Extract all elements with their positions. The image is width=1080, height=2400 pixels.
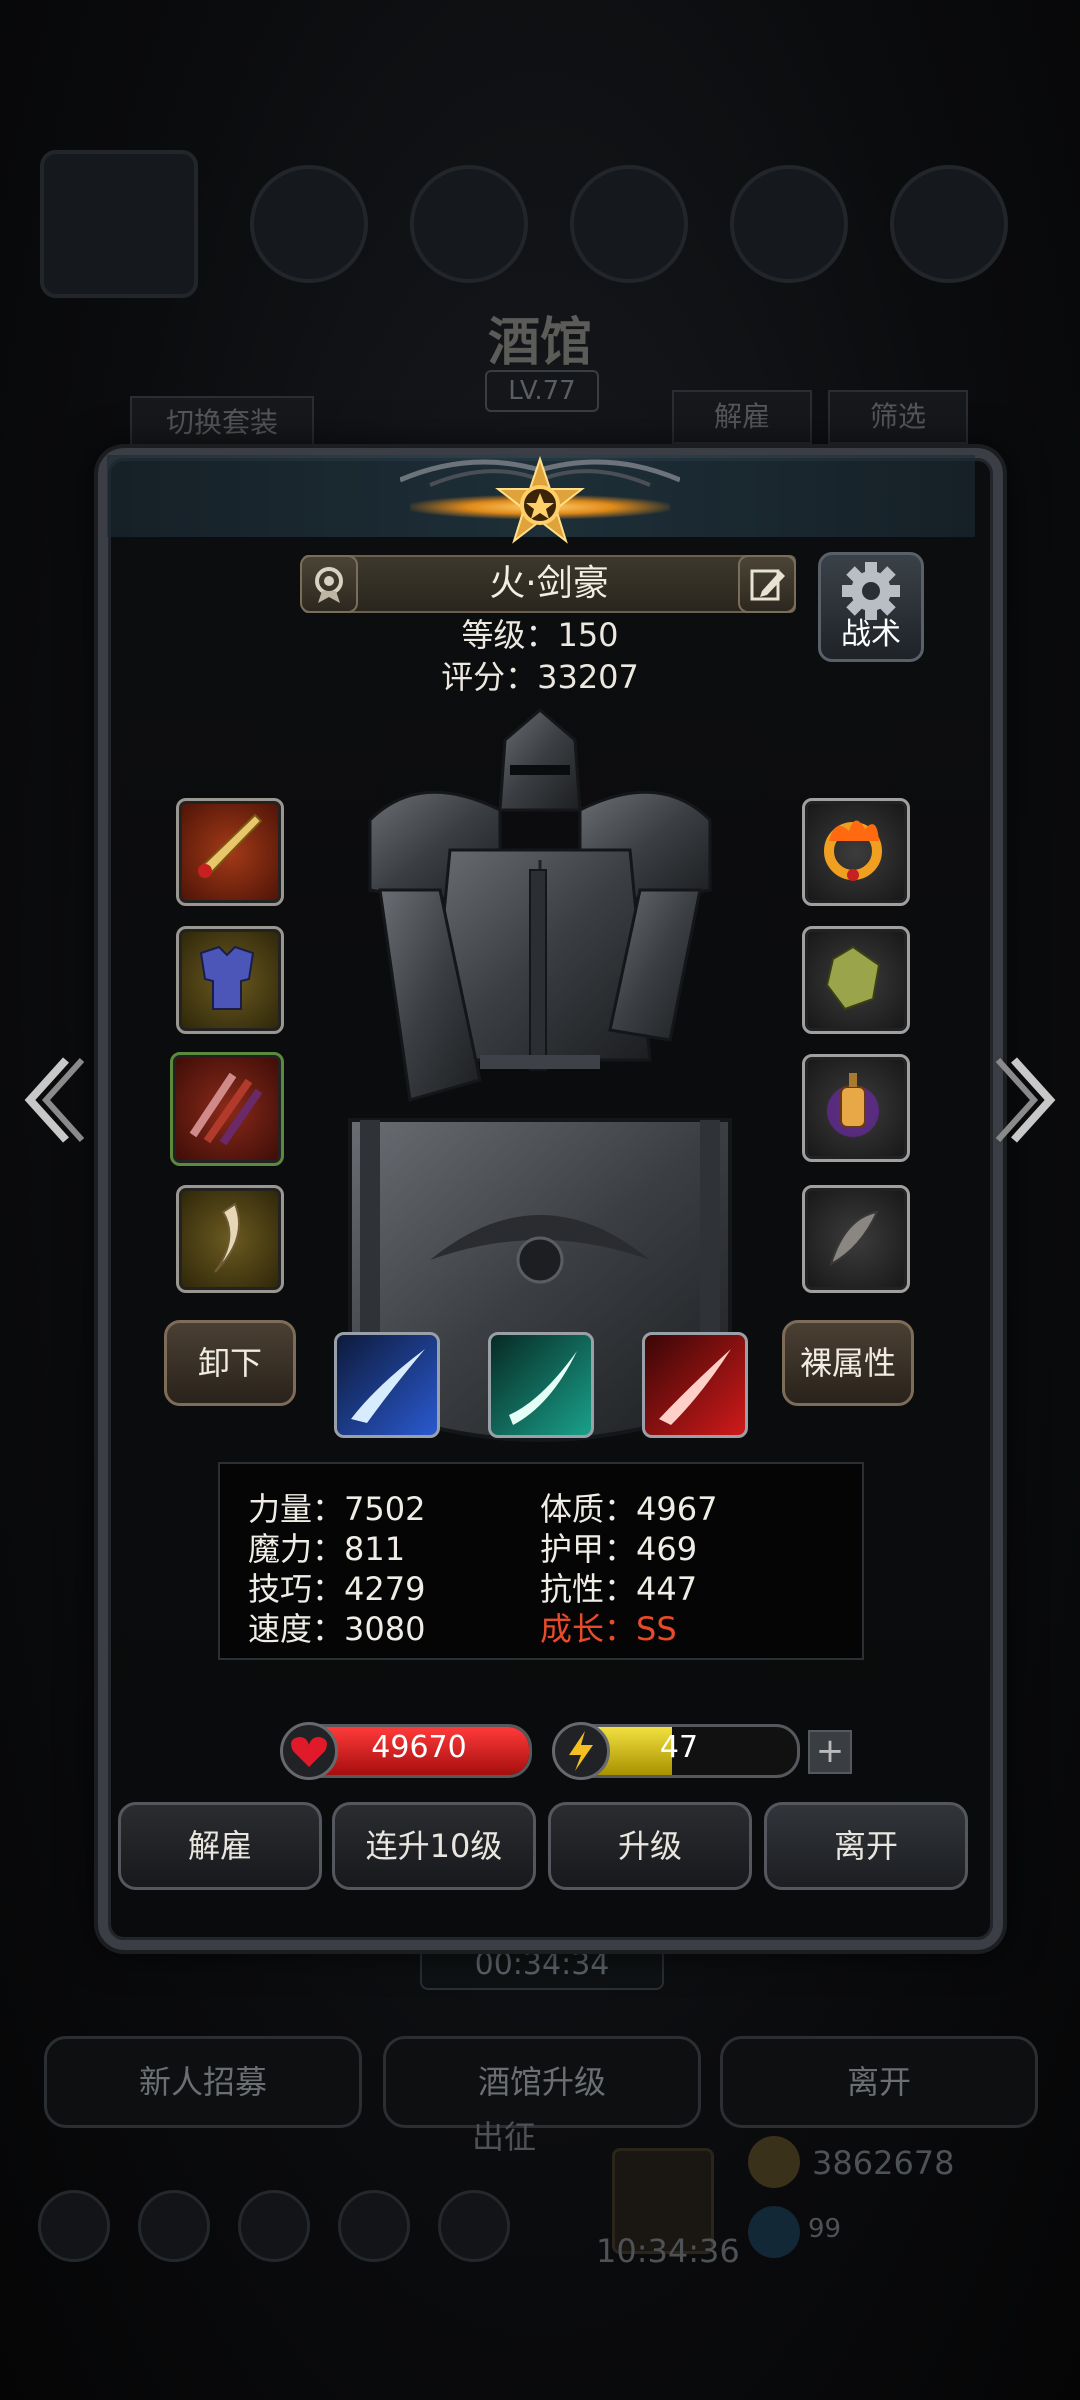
edit-icon: [750, 569, 785, 601]
equip-slot-feather[interactable]: [802, 1185, 910, 1293]
bg-switch-outfit-button: 切换套装: [130, 396, 314, 450]
bg-menu-icon: [338, 2190, 410, 2262]
feather-icon: [829, 1210, 879, 1267]
bg-recruit-button: 新人招募: [44, 2036, 362, 2128]
bg-menu-icon: [238, 2190, 310, 2262]
stat-growth: 成长：SS: [540, 1610, 677, 1648]
base-attributes-button[interactable]: 裸属性: [782, 1320, 914, 1406]
fire-slash-skill-icon: [659, 1349, 731, 1425]
level-up-10-button[interactable]: 连升10级: [332, 1802, 536, 1890]
level-up-button[interactable]: 升级: [548, 1802, 752, 1890]
rename-button[interactable]: [738, 555, 796, 613]
ice-slash-skill-icon: [351, 1349, 425, 1423]
skill-slot-2[interactable]: [488, 1332, 594, 1438]
tactics-label: 战术: [841, 617, 901, 652]
bg-menu-icon: [438, 2190, 510, 2262]
bg-filter-button: 筛选: [828, 390, 968, 444]
bg-leave-button: 离开: [720, 2036, 1038, 2128]
next-hero-arrow-icon[interactable]: [994, 1050, 1064, 1150]
leave-button[interactable]: 离开: [764, 1802, 968, 1890]
stat-speed: 速度：3080: [248, 1610, 426, 1648]
bg-class-icon: [730, 165, 848, 283]
bg-gem-count: 99: [808, 2214, 842, 2244]
dismiss-hero-button[interactable]: 解雇: [118, 1802, 322, 1890]
fire-ring-icon: [824, 820, 882, 881]
armor-icon: [199, 945, 255, 1010]
bg-gift-timer: 10:34:36: [596, 2232, 740, 2270]
gem-icon: [825, 945, 881, 1011]
bg-class-icon: [250, 165, 368, 283]
equip-slot-accessory[interactable]: [170, 1052, 284, 1166]
wind-slash-skill-icon: [509, 1351, 577, 1425]
unequip-button[interactable]: 卸下: [164, 1320, 296, 1406]
lantern-icon: [827, 1073, 879, 1137]
bg-tavern-title: 酒馆: [487, 312, 592, 373]
equip-slot-ring[interactable]: [802, 798, 910, 906]
heart-icon: [280, 1722, 338, 1780]
bg-coin-icon: [748, 2136, 800, 2188]
bg-gem-icon: [748, 2206, 800, 2258]
bg-menu-icon: [138, 2190, 210, 2262]
claw-icon: [214, 1202, 240, 1273]
equip-slot-gem[interactable]: [802, 926, 910, 1034]
bg-dismiss-button: 解雇: [672, 390, 812, 444]
lightning-icon: [552, 1722, 610, 1780]
hero-name: 火·剑豪: [302, 555, 796, 613]
equip-slot-armor[interactable]: [176, 926, 284, 1034]
scroll-bundle-icon: [189, 1072, 263, 1146]
bg-hero-portrait: [40, 150, 198, 298]
prev-hero-arrow-icon[interactable]: [16, 1050, 86, 1150]
badge-icon: [315, 567, 343, 603]
equip-slot-weapon[interactable]: [176, 798, 284, 906]
sun-emblem-icon: [495, 455, 585, 544]
bg-upgrade-tavern-button: 酒馆升级: [383, 2036, 701, 2128]
bg-class-icon: [570, 165, 688, 283]
tactics-button[interactable]: 战术: [818, 552, 924, 662]
bg-menu-icon: [38, 2190, 110, 2262]
skill-slot-1[interactable]: [334, 1332, 440, 1438]
skill-slot-3[interactable]: [642, 1332, 748, 1438]
hero-badge-button[interactable]: [300, 555, 358, 613]
bg-deploy-label: 出征: [472, 2118, 537, 2156]
bg-gold-amount: 3862678: [812, 2144, 955, 2182]
bg-class-icon: [890, 165, 1008, 283]
equip-slot-boots[interactable]: [176, 1185, 284, 1293]
bg-class-icon: [410, 165, 528, 283]
sword-icon: [198, 813, 263, 878]
equip-slot-lantern[interactable]: [802, 1054, 910, 1162]
bg-tavern-level: LV.77: [485, 370, 599, 412]
add-energy-button[interactable]: +: [808, 1730, 852, 1774]
